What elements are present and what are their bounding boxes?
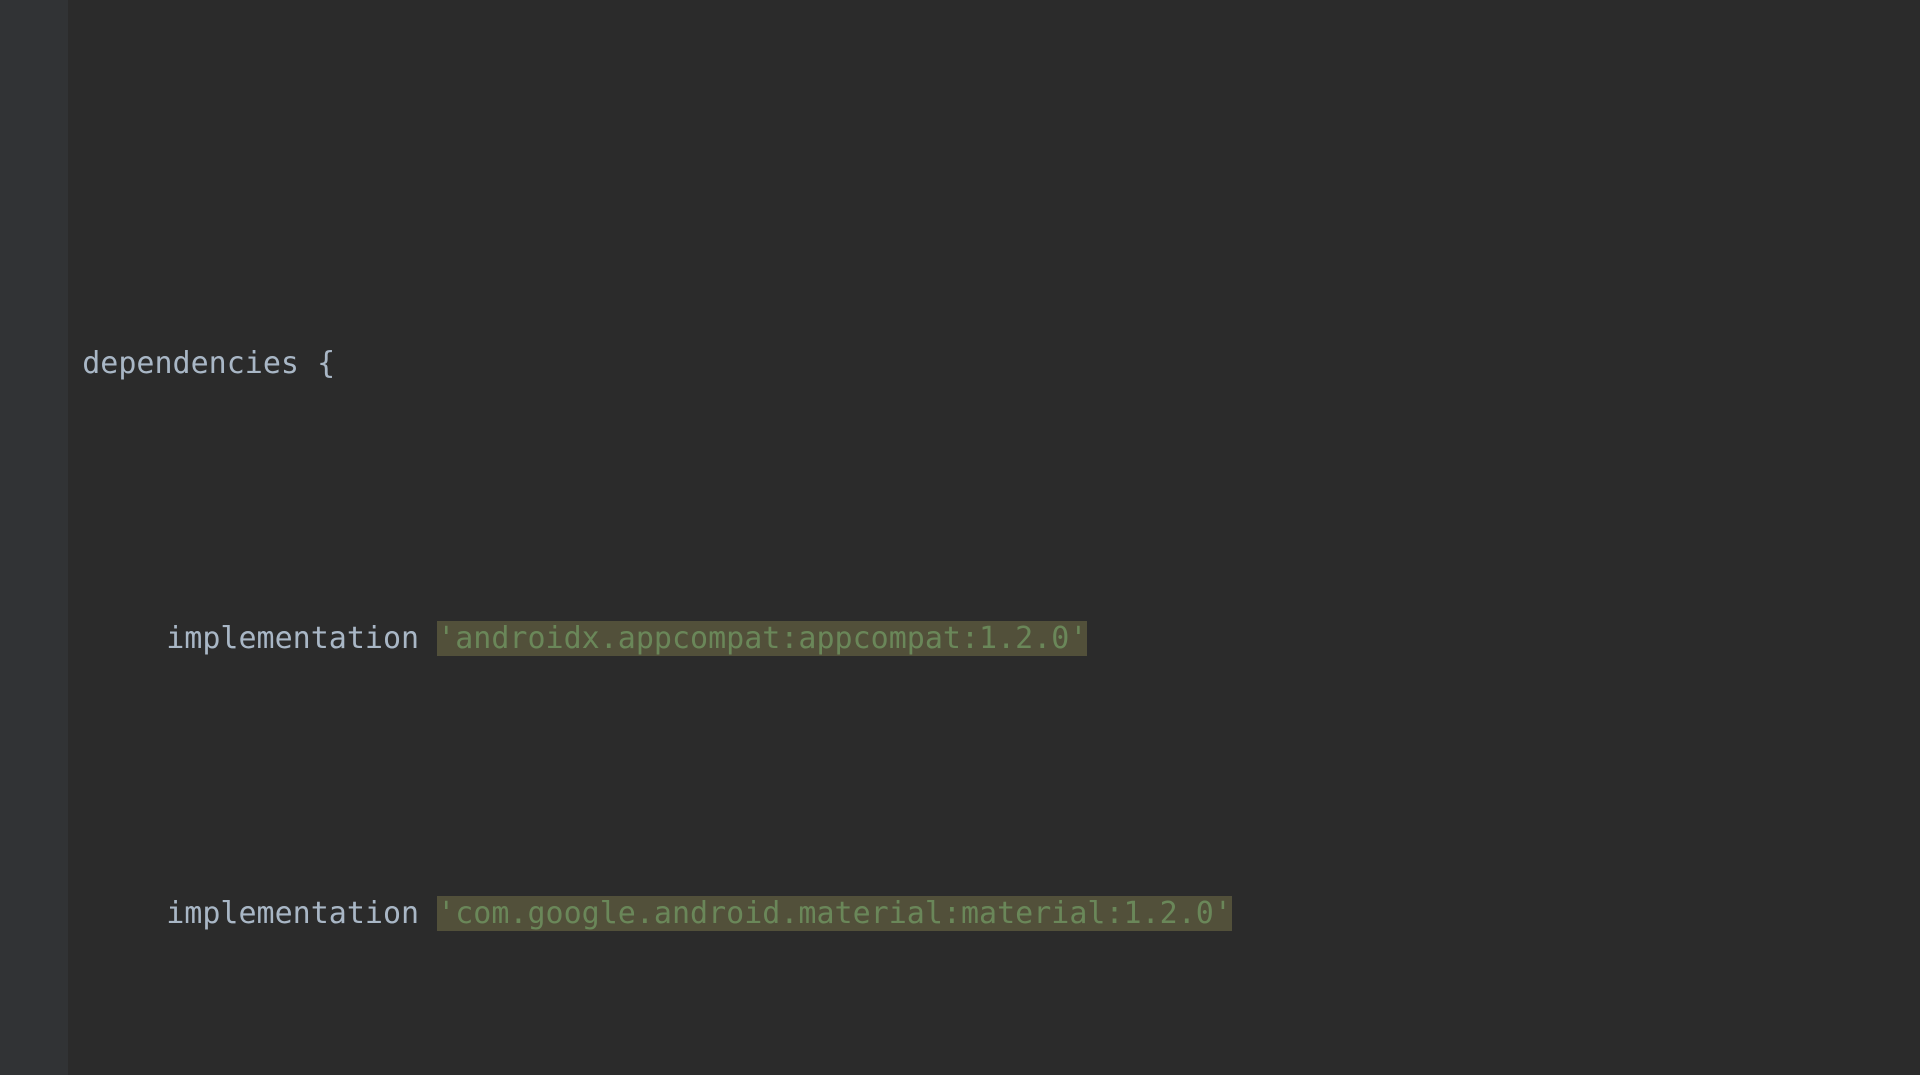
brace-open: {	[317, 346, 335, 381]
keyword-dependencies: dependencies	[82, 346, 299, 381]
code-editor[interactable]: dependencies { implementation 'androidx.…	[0, 0, 1920, 1075]
keyword-implementation: implementation	[166, 621, 419, 656]
keyword-implementation: implementation	[166, 896, 419, 931]
code-line[interactable]: implementation 'androidx.appcompat:appco…	[0, 556, 1920, 611]
string-literal: 'com.google.android.material:material:1.…	[437, 896, 1232, 931]
code-line[interactable]: dependencies {	[0, 281, 1920, 336]
code-line[interactable]: implementation 'com.google.android.mater…	[0, 831, 1920, 886]
string-literal: 'androidx.appcompat:appcompat:1.2.0'	[437, 621, 1087, 656]
